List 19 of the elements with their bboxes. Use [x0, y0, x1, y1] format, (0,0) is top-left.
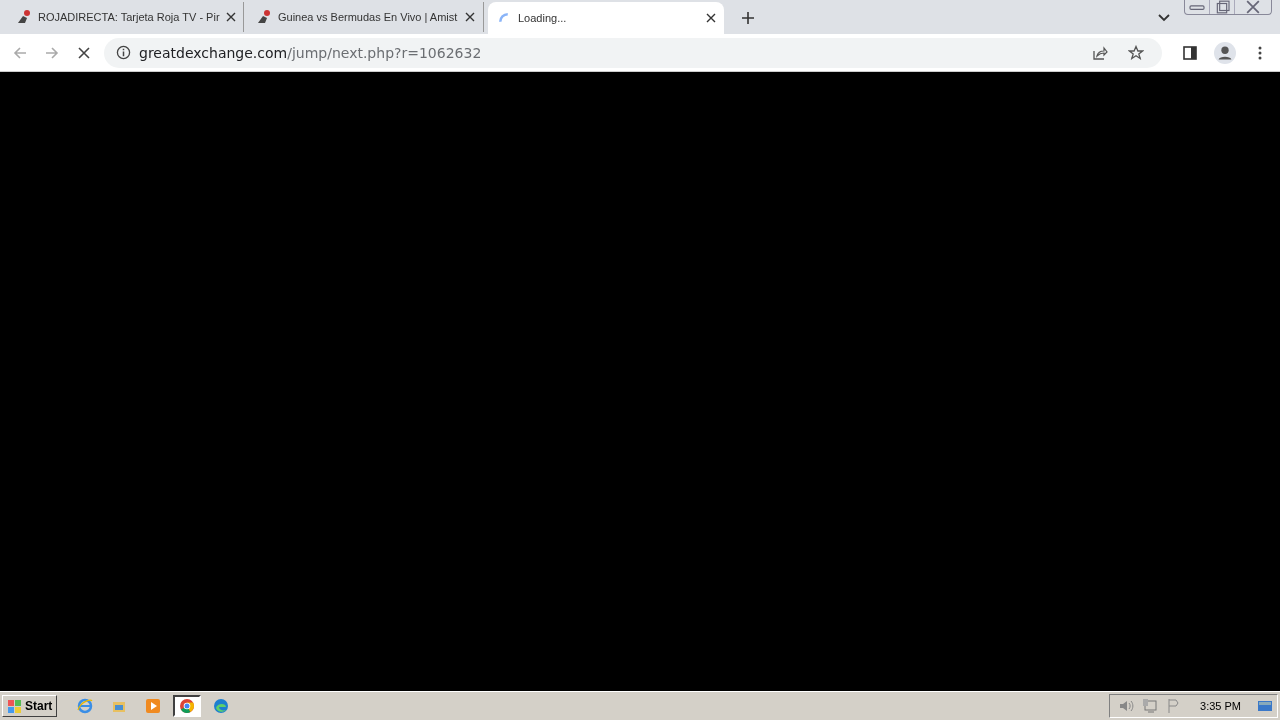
edge-icon: [213, 698, 230, 714]
info-icon[interactable]: [116, 45, 131, 60]
taskbar-app[interactable]: [173, 695, 202, 717]
close-icon[interactable]: [706, 13, 716, 23]
start-button[interactable]: Start: [2, 695, 58, 717]
media-player-icon: [145, 698, 162, 714]
close-icon[interactable]: [225, 12, 236, 22]
chevron-down-icon[interactable]: [1158, 14, 1170, 22]
clock[interactable]: 3:35 PM: [1200, 700, 1241, 712]
close-icon[interactable]: [465, 12, 475, 22]
browser-tab[interactable]: ROJADIRECTA: Tarjeta Roja TV - Pir: [8, 2, 244, 32]
windows-logo-icon: [7, 698, 23, 714]
browser-tab[interactable]: Guinea vs Bermudas En Vivo | Amist: [248, 2, 484, 32]
chrome-icon: [179, 698, 196, 714]
ie-icon: [77, 698, 94, 714]
browser-tab[interactable]: Loading...: [488, 2, 724, 34]
show-desktop-icon[interactable]: [1257, 698, 1273, 714]
new-tab-icon[interactable]: [742, 12, 754, 24]
address-field[interactable]: greatdexchange.com/jump/next.php?r=1062632: [104, 37, 1162, 68]
